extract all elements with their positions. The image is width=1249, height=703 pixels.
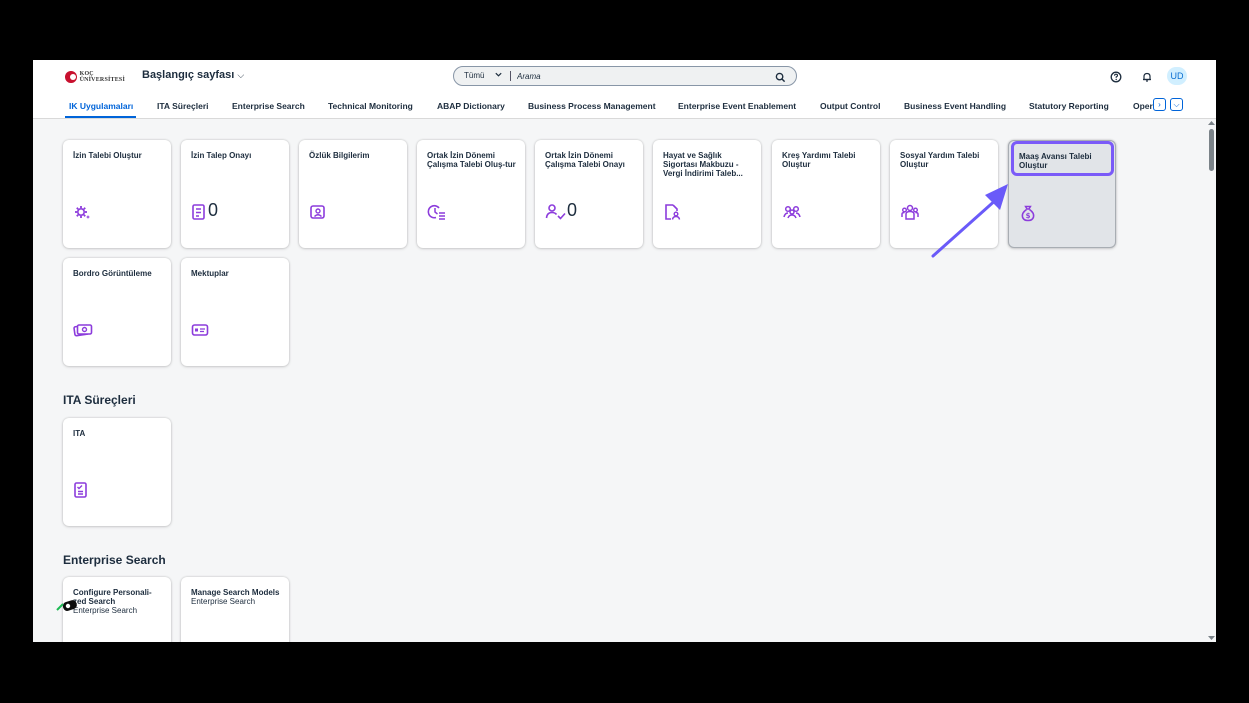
logo-text-bottom: ÜNİVERSİTESİ <box>79 77 125 83</box>
tile-ozluk-bilgilerim[interactable]: Özlük Bilgilerim <box>299 140 407 248</box>
tab-business-process-management[interactable]: Business Process Management <box>528 101 656 111</box>
tile-izin-talep-onayi[interactable]: İzin Talep Onayı 0 <box>181 140 289 248</box>
tile-subtitle: Enterprise Search <box>191 597 256 606</box>
tile-title: Configure Personali-zed Search <box>73 588 152 606</box>
tile-ortak-izin-donemi-calisma-talebi-olustur[interactable]: Ortak İzin Dönemi Çalışma Talebi Oluş-tu… <box>417 140 525 248</box>
chevron-right-icon[interactable]: › <box>1153 98 1166 111</box>
help-icon[interactable] <box>1110 70 1122 88</box>
search-bar: Tümü <box>453 66 797 86</box>
tab-enterprise-search[interactable]: Enterprise Search <box>232 101 305 111</box>
tab-ita-surecleri[interactable]: ITA Süreçleri <box>157 101 209 111</box>
tile-title: Mektuplar <box>191 269 229 278</box>
tile-title: Manage Search Models <box>191 588 280 597</box>
tab-oper[interactable]: Oper <box>1133 101 1153 111</box>
tile-title: Ortak İzin Dönemi Çalışma Talebi Oluş-tu… <box>427 151 516 169</box>
vertical-scrollbar[interactable] <box>1207 120 1216 642</box>
checklist-icon <box>73 481 89 504</box>
section-title-enterprise-search: Enterprise Search <box>63 553 166 567</box>
tile-title: Hayat ve Sağlık Sigortası Makbuzu - Verg… <box>663 151 743 178</box>
active-tab-indicator <box>65 116 136 118</box>
person-card-icon <box>309 203 327 226</box>
tile-ita[interactable]: ITA <box>63 418 171 526</box>
avatar[interactable]: UD <box>1167 67 1187 85</box>
section-title-ita: ITA Süreçleri <box>63 393 136 407</box>
gear-sparkle-icon <box>73 203 91 226</box>
recorder-widget-icon[interactable] <box>55 598 83 614</box>
tile-title: İzin Talebi Oluştur <box>73 151 142 160</box>
tile-count: 0 <box>208 200 219 220</box>
tile-count: 0 <box>567 200 578 220</box>
card-icon <box>191 321 209 344</box>
chevron-down-icon[interactable] <box>494 70 503 81</box>
tile-title: İzin Talep Onayı <box>191 151 252 160</box>
tile-manage-search-models[interactable]: Manage Search Models Enterprise Search <box>181 577 289 642</box>
tile-mektuplar[interactable]: Mektuplar <box>181 258 289 366</box>
tile-title: Kreş Yardımı Talebi Oluştur <box>782 151 856 169</box>
tile-kres-yardimi-talebi-olustur[interactable]: Kreş Yardımı Talebi Oluştur <box>772 140 880 248</box>
tile-subtitle: Enterprise Search <box>73 606 138 615</box>
home-title-menu[interactable]: Başlangıç sayfası ⌵ <box>142 69 244 81</box>
search-input[interactable] <box>517 69 767 83</box>
tile-title: ITA <box>73 429 86 438</box>
shell-bar: KOÇ ÜNİVERSİTESİ Başlangıç sayfası ⌵ Tümü… <box>33 60 1216 92</box>
team-support-icon <box>900 203 920 226</box>
tab-business-event-handling[interactable]: Business Event Handling <box>904 101 1006 111</box>
tile-title: Özlük Bilgilerim <box>309 151 370 160</box>
svg-text:$: $ <box>1026 212 1031 220</box>
tab-ik-uygulamalari[interactable]: IK Uygulamaları <box>69 101 133 111</box>
chevron-down-icon[interactable]: ⌵ <box>1170 98 1183 111</box>
tile-title: Ortak İzin Dönemi Çalışma Talebi Onayı <box>545 151 625 169</box>
tab-enterprise-event-enablement[interactable]: Enterprise Event Enablement <box>678 101 796 111</box>
document-person-icon <box>663 203 681 226</box>
search-separator <box>510 71 511 81</box>
tile-title: Bordro Görüntüleme <box>73 269 152 278</box>
tile-ortak-izin-donemi-calisma-talebi-onayi[interactable]: Ortak İzin Dönemi Çalışma Talebi Onayı 0 <box>535 140 643 248</box>
tile-hayat-ve-saglik-sigortasi[interactable]: Hayat ve Sağlık Sigortası Makbuzu - Verg… <box>653 140 761 248</box>
highlight-ring <box>1011 141 1114 176</box>
home-title: Başlangıç sayfası <box>142 69 235 81</box>
group-tab-bar: IK Uygulamaları ITA Süreçleri Enterprise… <box>33 92 1216 119</box>
money-icon <box>73 321 93 344</box>
clock-list-icon <box>427 203 447 226</box>
chevron-down-icon: ⌵ <box>237 70 245 80</box>
tab-statutory-reporting[interactable]: Statutory Reporting <box>1029 101 1109 111</box>
launchpad-window: KOÇ ÜNİVERSİTESİ Başlangıç sayfası ⌵ Tümü… <box>33 60 1216 642</box>
tab-output-control[interactable]: Output Control <box>820 101 880 111</box>
checklist-icon <box>191 203 207 226</box>
search-scope[interactable]: Tümü <box>464 71 484 80</box>
search-icon[interactable] <box>775 70 786 88</box>
logo-mark <box>65 71 77 83</box>
tab-abap-dictionary[interactable]: ABAP Dictionary <box>437 101 505 111</box>
money-bag-icon: $ <box>1019 204 1037 227</box>
tile-title: Sosyal Yardım Talebi Oluştur <box>900 151 980 169</box>
annotation-arrow-icon <box>931 184 1008 258</box>
tab-technical-monitoring[interactable]: Technical Monitoring <box>328 101 413 111</box>
person-check-icon <box>545 203 567 226</box>
university-logo[interactable]: KOÇ ÜNİVERSİTESİ <box>65 69 125 85</box>
scrollbar-thumb[interactable] <box>1209 129 1214 171</box>
group-icon <box>782 203 802 226</box>
tile-bordro-goruntuleme[interactable]: Bordro Görüntüleme <box>63 258 171 366</box>
bell-icon[interactable] <box>1141 70 1153 88</box>
tile-izin-talebi-olustur[interactable]: İzin Talebi Oluştur <box>63 140 171 248</box>
